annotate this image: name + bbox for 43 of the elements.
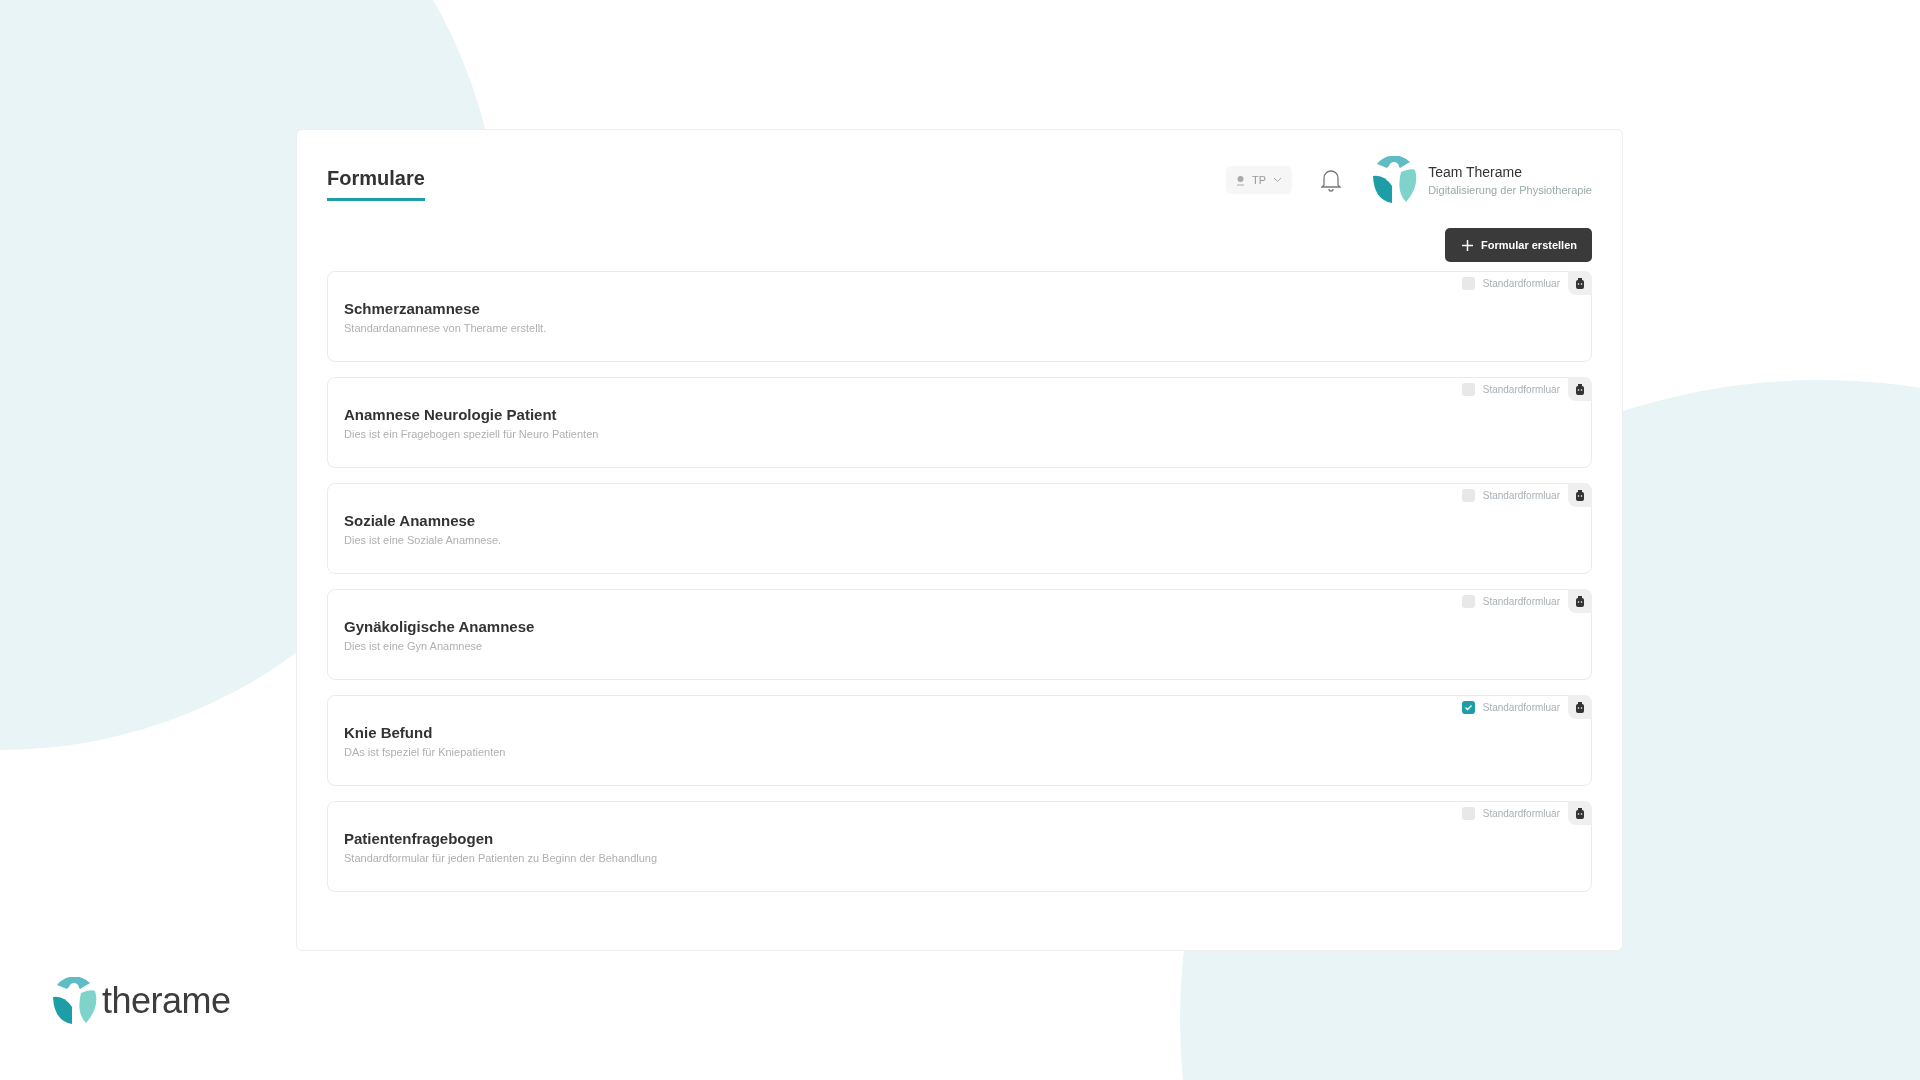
default-label: Standardformluar	[1482, 595, 1560, 607]
user-name: Team Therame	[1428, 164, 1524, 180]
form-description: Standardanamnese von Therame erstellt.	[344, 322, 548, 334]
logo-icon	[1370, 156, 1419, 204]
form-description: DAs ist fspeziel für Kniepatienten	[344, 746, 507, 758]
plus-icon	[1462, 239, 1473, 251]
bell-icon[interactable]	[1320, 168, 1343, 192]
check-icon	[1463, 702, 1473, 712]
form-title: Anamnese Neurologie Patient	[344, 406, 558, 423]
form-title: Knie Befund	[344, 724, 434, 741]
delete-button[interactable]	[1568, 801, 1592, 825]
brand-wordmark: therame	[102, 980, 231, 1022]
default-label: Standardformluar	[1482, 383, 1560, 395]
delete-button[interactable]	[1568, 483, 1592, 507]
trash-icon	[1575, 383, 1585, 395]
form-description: Dies ist ein Fragebogen speziell für Neuro Patienten	[344, 428, 600, 440]
form-title: Schmerzanamnese	[344, 300, 481, 317]
form-title: Soziale Anamnese	[344, 512, 477, 529]
form-title: Gynäkoligische Anamnese	[344, 618, 536, 635]
page-title: Formulare	[327, 167, 425, 201]
create-form-button[interactable]: Formular erstellen	[1445, 228, 1592, 262]
chevron-down-icon	[1273, 177, 1283, 183]
delete-button[interactable]	[1568, 589, 1592, 613]
logo-icon	[50, 977, 98, 1025]
trash-icon	[1575, 277, 1585, 289]
delete-button[interactable]	[1568, 377, 1592, 401]
default-checkbox[interactable]	[1461, 700, 1475, 714]
form-title: Patientenfragebogen	[344, 830, 495, 847]
trash-icon	[1575, 701, 1585, 713]
default-label: Standardformluar	[1482, 277, 1560, 289]
trash-icon	[1575, 807, 1585, 819]
default-label: Standardformluar	[1482, 807, 1560, 819]
form-description: Standardformular für jeden Patienten zu Beginn der Behandlung	[344, 852, 659, 864]
user-subtitle: Digitalisierung der Physiotherapie	[1428, 184, 1592, 196]
form-description: Dies ist eine Gyn Anamnese	[344, 640, 484, 652]
default-label: Standardformluar	[1482, 489, 1560, 501]
trash-icon	[1575, 595, 1585, 607]
pin-icon	[1236, 174, 1246, 186]
trash-icon	[1575, 489, 1585, 501]
form-description: Dies ist eine Soziale Anamnese.	[344, 534, 503, 546]
delete-button[interactable]	[1568, 271, 1592, 295]
default-label: Standardformluar	[1482, 701, 1560, 713]
delete-button[interactable]	[1568, 695, 1592, 719]
